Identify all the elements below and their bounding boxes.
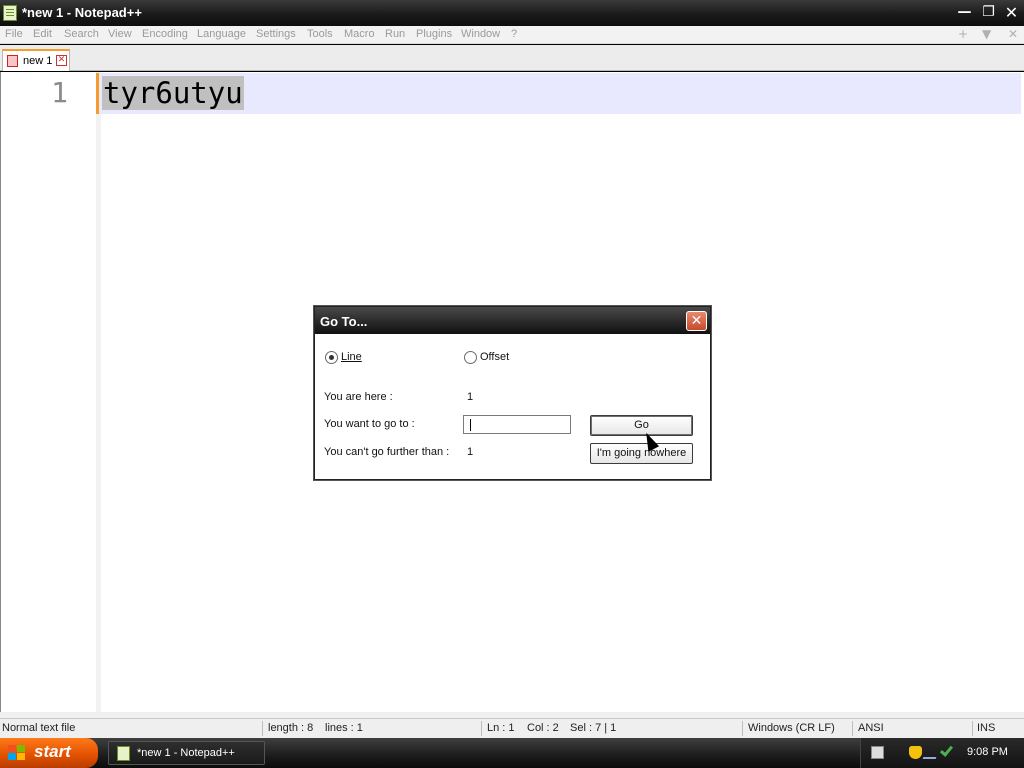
menu-bar: File Edit Search View Encoding Language … <box>0 26 1024 44</box>
notepad-task-icon <box>117 746 130 761</box>
dialog-body: Line Offset You are here : 1 You want to… <box>315 334 710 479</box>
menu-file[interactable]: File <box>5 28 23 40</box>
further-label: You can't go further than : <box>324 446 450 458</box>
status-eol: Windows (CR LF) <box>748 722 835 734</box>
menu-edit[interactable]: Edit <box>33 28 52 40</box>
start-label: start <box>34 742 71 761</box>
dialog-title-bar[interactable]: Go To... ✕ <box>315 307 710 334</box>
menu-settings[interactable]: Settings <box>256 28 296 40</box>
status-col: Col : 2 <box>527 722 559 734</box>
further-value: 1 <box>467 446 474 458</box>
radio-line[interactable] <box>325 351 338 364</box>
radio-line-label[interactable]: Line <box>341 351 362 363</box>
network-icon[interactable] <box>922 746 941 759</box>
goto-label: You want to go to : <box>324 418 415 430</box>
goto-dialog: Go To... ✕ Line Offset You are here : 1 … <box>314 306 711 480</box>
safely-remove-icon[interactable] <box>939 743 954 757</box>
start-button[interactable]: start <box>0 738 98 768</box>
dropdown-icon[interactable]: ▼ <box>982 27 991 41</box>
fold-margin <box>96 72 101 712</box>
tab-strip: new 1 ✕ <box>0 45 1024 71</box>
status-encoding: ANSI <box>858 722 884 734</box>
system-tray: 9:08 PM <box>860 738 1024 768</box>
status-ln: Ln : 1 <box>487 722 515 734</box>
status-lines: lines : 1 <box>325 722 363 734</box>
here-label: You are here : <box>324 391 393 403</box>
close-button[interactable]: ✕ <box>1001 3 1022 22</box>
radio-offset-label[interactable]: Offset <box>480 351 509 363</box>
goto-line-input[interactable] <box>463 415 571 434</box>
going-nowhere-button[interactable]: I'm going nowhere <box>590 443 693 464</box>
menu-help[interactable]: ? <box>511 28 517 40</box>
window-title: *new 1 - Notepad++ <box>22 5 142 20</box>
taskbar-task-label: *new 1 - Notepad++ <box>137 747 235 759</box>
tab-close-icon[interactable]: ✕ <box>56 55 67 66</box>
text-cursor <box>470 419 471 431</box>
status-sel: Sel : 7 | 1 <box>570 722 617 734</box>
tab-label: new 1 <box>23 55 53 67</box>
here-value: 1 <box>467 391 474 403</box>
menu-search[interactable]: Search <box>64 28 99 40</box>
line-number-gutter: 1 <box>1 72 96 712</box>
taskbar: start *new 1 - Notepad++ 9:08 PM <box>0 738 1024 768</box>
close-doc-icon[interactable]: ✕ <box>1008 27 1018 41</box>
menu-window[interactable]: Window <box>461 28 500 40</box>
caret-marker <box>96 73 99 114</box>
dialog-title: Go To... <box>320 314 368 329</box>
menu-language[interactable]: Language <box>197 28 246 40</box>
status-length: length : 8 <box>268 722 314 734</box>
notepad-app-icon <box>3 5 17 21</box>
tab-new-1[interactable]: new 1 ✕ <box>2 49 70 71</box>
editor-text[interactable]: tyr6utyu <box>102 76 244 110</box>
line-number: 1 <box>51 76 68 109</box>
title-bar: *new 1 - Notepad++ — ❐ ✕ <box>0 0 1024 26</box>
menu-plugins[interactable]: Plugins <box>416 28 452 40</box>
go-button[interactable]: Go <box>590 415 693 436</box>
status-bar: Normal text file length : 8 lines : 1 Ln… <box>0 718 1024 738</box>
windows-flag-icon <box>8 745 26 761</box>
radio-offset[interactable] <box>464 351 477 364</box>
status-insert-mode: INS <box>977 722 996 734</box>
dialog-close-button[interactable]: ✕ <box>686 311 707 331</box>
menu-encoding[interactable]: Encoding <box>142 28 188 40</box>
status-file-type: Normal text file <box>2 722 76 734</box>
clock: 9:08 PM <box>967 746 1008 758</box>
security-shield-icon[interactable] <box>909 746 922 759</box>
add-icon[interactable]: + <box>958 27 968 41</box>
keyboard-icon[interactable] <box>871 746 884 759</box>
menu-tools[interactable]: Tools <box>307 28 333 40</box>
unsaved-file-icon <box>7 55 18 67</box>
taskbar-notepad-button[interactable]: *new 1 - Notepad++ <box>108 741 265 765</box>
menu-run[interactable]: Run <box>385 28 405 40</box>
menu-macro[interactable]: Macro <box>344 28 375 40</box>
menu-view[interactable]: View <box>108 28 132 40</box>
minimize-button[interactable]: — <box>954 3 975 22</box>
restore-button[interactable]: ❐ <box>978 3 999 22</box>
